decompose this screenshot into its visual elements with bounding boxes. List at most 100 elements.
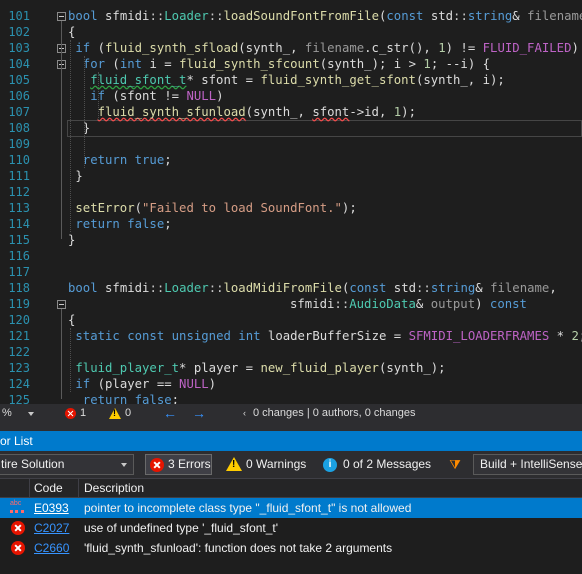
line-number: 116 [8, 249, 30, 263]
line-number: 117 [8, 265, 30, 279]
fold-toggle-icon[interactable] [57, 300, 66, 309]
line-number: 112 [8, 185, 30, 199]
scope-value: tire Solution [1, 457, 65, 471]
code-line: 125 return false; [0, 392, 582, 404]
line-number: 110 [8, 153, 30, 167]
indent-guide [98, 72, 99, 120]
code-line: 108} [0, 120, 582, 136]
line-number: 122 [8, 345, 30, 359]
zoom-level[interactable]: % [2, 404, 12, 423]
navigate-forward-icon[interactable]: → [192, 404, 206, 423]
code-text: fluid_sfont_t* sfont = fluid_synth_get_s… [90, 73, 505, 87]
code-line: 109 [0, 136, 582, 152]
line-number: 125 [8, 393, 30, 404]
code-text: } [75, 169, 83, 183]
line-number: 119 [8, 297, 30, 311]
error-count-icon[interactable] [65, 408, 76, 419]
zoom-dropdown-icon[interactable] [28, 412, 34, 416]
error-icon [11, 521, 25, 535]
code-line: 118 bool sfmidi::Loader::loadMidiFromFile… [0, 280, 582, 296]
fold-region-line [61, 69, 62, 127]
column-code[interactable]: Code [34, 479, 63, 497]
indent-guide [70, 328, 71, 392]
code-line: 116 [0, 248, 582, 264]
error-row[interactable]: C2660 'fluid_synth_sfunload': function d… [0, 538, 582, 558]
error-list-toolbar: tire Solution 3 Errors 0 Warnings i 0 of… [0, 451, 582, 478]
messages-filter-button[interactable]: i 0 of 2 Messages [318, 454, 432, 475]
code-text: bool sfmidi::Loader::loadSoundFontFromFi… [68, 9, 582, 23]
clear-filter-icon[interactable]: ⧩ [443, 454, 467, 475]
chevron-left-icon[interactable]: ‹ [243, 404, 246, 423]
code-line: 121 static const unsigned int loaderBuffe… [0, 328, 582, 344]
line-number: 109 [8, 137, 30, 151]
error-code-link[interactable]: C2660 [34, 538, 69, 558]
code-line: 101 bool sfmidi::Loader::loadSoundFontFro… [0, 8, 582, 24]
error-count[interactable]: 1 [80, 404, 86, 423]
error-description: use of undefined type '_fluid_sfont_t' [84, 521, 279, 535]
error-icon [150, 458, 164, 472]
line-number: 118 [8, 281, 30, 295]
line-number: 106 [8, 89, 30, 103]
code-text: static const unsigned int loaderBufferSi… [75, 329, 582, 343]
line-number: 123 [8, 361, 30, 375]
error-list-title: or List [0, 431, 582, 451]
line-number: 120 [8, 313, 30, 327]
fold-toggle-icon[interactable] [57, 12, 66, 21]
line-number: 105 [8, 73, 30, 87]
error-description: 'fluid_synth_sfunload': function does no… [84, 541, 393, 555]
error-description: pointer to incomplete class type "_fluid… [84, 501, 412, 515]
code-line: 120 { [0, 312, 582, 328]
code-line: 117 [0, 264, 582, 280]
code-text: if (player == NULL) [75, 377, 217, 391]
error-code-link[interactable]: E0393 [34, 498, 69, 518]
code-text: setError("Failed to load SoundFont."); [75, 201, 357, 215]
column-description[interactable]: Description [84, 479, 144, 497]
errors-filter-button[interactable]: 3 Errors [145, 454, 212, 475]
code-text: bool sfmidi::Loader::loadMidiFromFile(co… [68, 281, 557, 295]
warnings-filter-label: 0 Warnings [246, 457, 307, 471]
editor-status-strip: % 1 0 ← → ‹ 0 changes | 0 authors, 0 cha… [0, 404, 582, 423]
code-line: 104 for (int i = fluid_synth_sfcount(synt… [0, 56, 582, 72]
error-row[interactable]: C2027 use of undefined type '_fluid_sfon… [0, 518, 582, 538]
line-number: 121 [8, 329, 30, 343]
error-row[interactable]: abc E0393 pointer to incomplete class ty… [0, 498, 582, 518]
line-number: 104 [8, 57, 30, 71]
line-number: 108 [8, 121, 30, 135]
code-text: } [68, 233, 76, 247]
code-line: 119 sfmidi::AudioData& output) const [0, 296, 582, 312]
line-number: 102 [8, 25, 30, 39]
warning-count-icon[interactable] [109, 408, 121, 419]
error-list-header: Code Description [0, 478, 582, 498]
messages-filter-label: 0 of 2 Messages [343, 457, 432, 471]
line-number: 113 [8, 201, 30, 215]
code-text: { [68, 25, 76, 39]
code-line: 102 { [0, 24, 582, 40]
code-line: 123 fluid_player_t* player = new_fluid_pl… [0, 360, 582, 376]
line-number: 111 [8, 169, 30, 183]
panel-splitter[interactable] [0, 423, 582, 431]
code-text: if (sfont != NULL) [90, 89, 224, 103]
codelens-changes[interactable]: 0 changes | 0 authors, 0 changes [253, 404, 415, 423]
warning-count[interactable]: 0 [125, 404, 131, 423]
code-line: 111} [0, 168, 582, 184]
line-number: 103 [8, 41, 30, 55]
build-source-dropdown[interactable]: Build + IntelliSense [473, 454, 582, 475]
line-number: 115 [8, 233, 30, 247]
errors-filter-label: 3 Errors [168, 457, 211, 471]
code-line: 115} [0, 232, 582, 248]
code-line: 122 [0, 344, 582, 360]
code-text: fluid_player_t* player = new_fluid_playe… [75, 361, 446, 375]
code-line: 124 if (player == NULL) [0, 376, 582, 392]
intellisense-error-icon: abc [10, 498, 24, 513]
code-line: 110 return true; [0, 152, 582, 168]
error-code-link[interactable]: C2027 [34, 518, 69, 538]
code-line: 113 setError("Failed to load SoundFont.")… [0, 200, 582, 216]
code-text: return false; [75, 217, 172, 231]
chevron-down-icon[interactable] [121, 463, 127, 467]
code-line: 114 return false; [0, 216, 582, 232]
line-number: 114 [8, 217, 30, 231]
scope-dropdown[interactable]: tire Solution [0, 454, 134, 475]
warnings-filter-button[interactable]: 0 Warnings [222, 454, 310, 475]
code-editor[interactable]: 101 bool sfmidi::Loader::loadSoundFontFro… [0, 0, 582, 404]
navigate-back-icon[interactable]: ← [163, 404, 177, 423]
